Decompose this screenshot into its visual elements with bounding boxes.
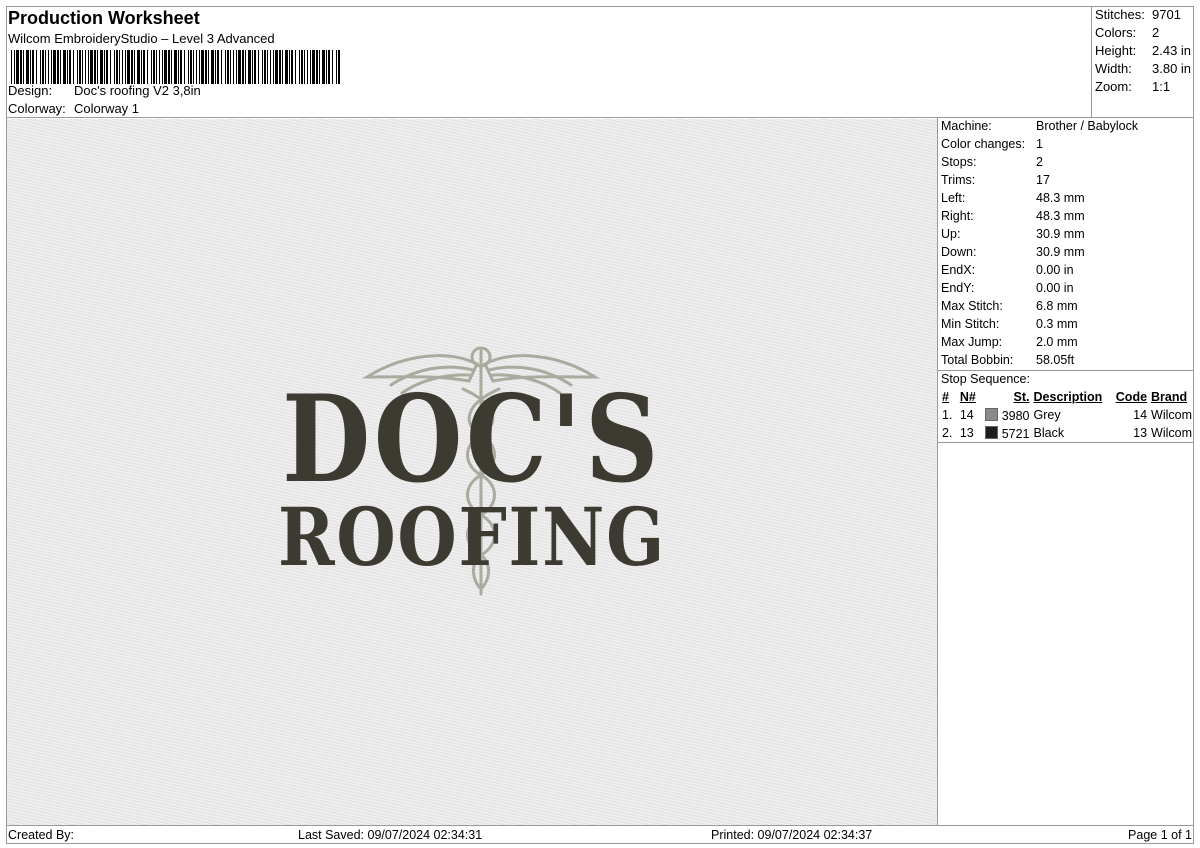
created-by: Created By: (8, 828, 75, 842)
design-label: Design: (8, 83, 53, 98)
software-name: Wilcom EmbroideryStudio – Level 3 Advanc… (8, 31, 275, 46)
page-title: Production Worksheet (8, 8, 200, 28)
stop-sequence-title: Stop Sequence: (941, 372, 1030, 386)
machine-info-panel: Machine: Brother / Babylock Color changes… (937, 118, 1194, 826)
table-row: 1. 14 3980 Grey 14 Wilcom (942, 407, 1192, 423)
divider (938, 442, 1194, 443)
design-row: Design: Doc's roofing V2 3,8in (8, 83, 201, 98)
info-right: Right: 48.3 mm (941, 209, 1085, 223)
col-code: Code (1115, 390, 1148, 404)
info-left: Left: 48.3 mm (941, 191, 1085, 205)
divider (938, 370, 1194, 371)
info-machine: Machine: Brother / Babylock (941, 119, 1139, 133)
stat-zoom: Zoom: 1:1 (1095, 79, 1171, 94)
stat-colors: Colors: 2 (1095, 25, 1160, 40)
last-saved: Last Saved: 09/07/2024 02:34:31 (298, 828, 483, 842)
stop-sequence-table: # N# St. Description Code Brand 1. 14 39… (940, 388, 1194, 442)
col-num: # (942, 390, 949, 404)
worksheet-footer: Created By: Last Saved: 09/07/2024 02:34… (6, 825, 1194, 844)
info-trims: Trims: 17 (941, 173, 1050, 187)
info-down: Down: 30.9 mm (941, 245, 1085, 259)
color-swatch (985, 407, 999, 421)
color-swatch (985, 425, 999, 439)
info-stops: Stops: 2 (941, 155, 1043, 169)
col-brand: Brand (1151, 390, 1188, 404)
design-name: Doc's roofing V2 3,8in (74, 83, 201, 98)
stat-height: Height: 2.43 in (1095, 43, 1192, 58)
colorway-label: Colorway: (8, 101, 66, 116)
info-endx: EndX: 0.00 in (941, 263, 1074, 277)
table-row: 2. 13 5721 Black 13 Wilcom (942, 425, 1192, 441)
design-text-line-2: ROOFING (278, 490, 666, 584)
info-up: Up: 30.9 mm (941, 227, 1085, 241)
stat-width: Width: 3.80 in (1095, 61, 1192, 76)
embroidery-design: DOC'S ROOFING (278, 346, 666, 596)
page-number: Page 1 of 1 (1128, 828, 1192, 842)
colorway-name: Colorway 1 (74, 101, 140, 116)
col-n: N# (959, 390, 976, 404)
stat-stitches: Stitches: 9701 (1095, 7, 1181, 22)
info-min-stitch: Min Stitch: 0.3 mm (941, 317, 1078, 331)
col-description: Description (1033, 390, 1103, 404)
info-max-stitch: Max Stitch: 6.8 mm (941, 299, 1078, 313)
worksheet-header: Production Worksheet Wilcom EmbroiderySt… (6, 6, 1092, 118)
info-max-jump: Max Jump: 2.0 mm (941, 335, 1078, 349)
col-st: St. (1013, 390, 1030, 404)
design-preview: DOC'S ROOFING (7, 119, 937, 825)
barcode (11, 50, 340, 84)
info-total-bobbin: Total Bobbin: 58.05ft (941, 353, 1075, 367)
printed-date: Printed: 09/07/2024 02:34:37 (711, 828, 873, 842)
info-endy: EndY: 0.00 in (941, 281, 1074, 295)
design-text-line-1: DOC'S (282, 369, 662, 510)
stop-sequence-header: # N# St. Description Code Brand (940, 388, 1194, 406)
stats-panel: Stitches: 9701 Colors: 2 Height: 2.43 in Wi… (1092, 6, 1194, 118)
info-color-changes: Color changes: 1 (941, 137, 1043, 151)
colorway-row: Colorway: Colorway 1 (8, 101, 139, 116)
